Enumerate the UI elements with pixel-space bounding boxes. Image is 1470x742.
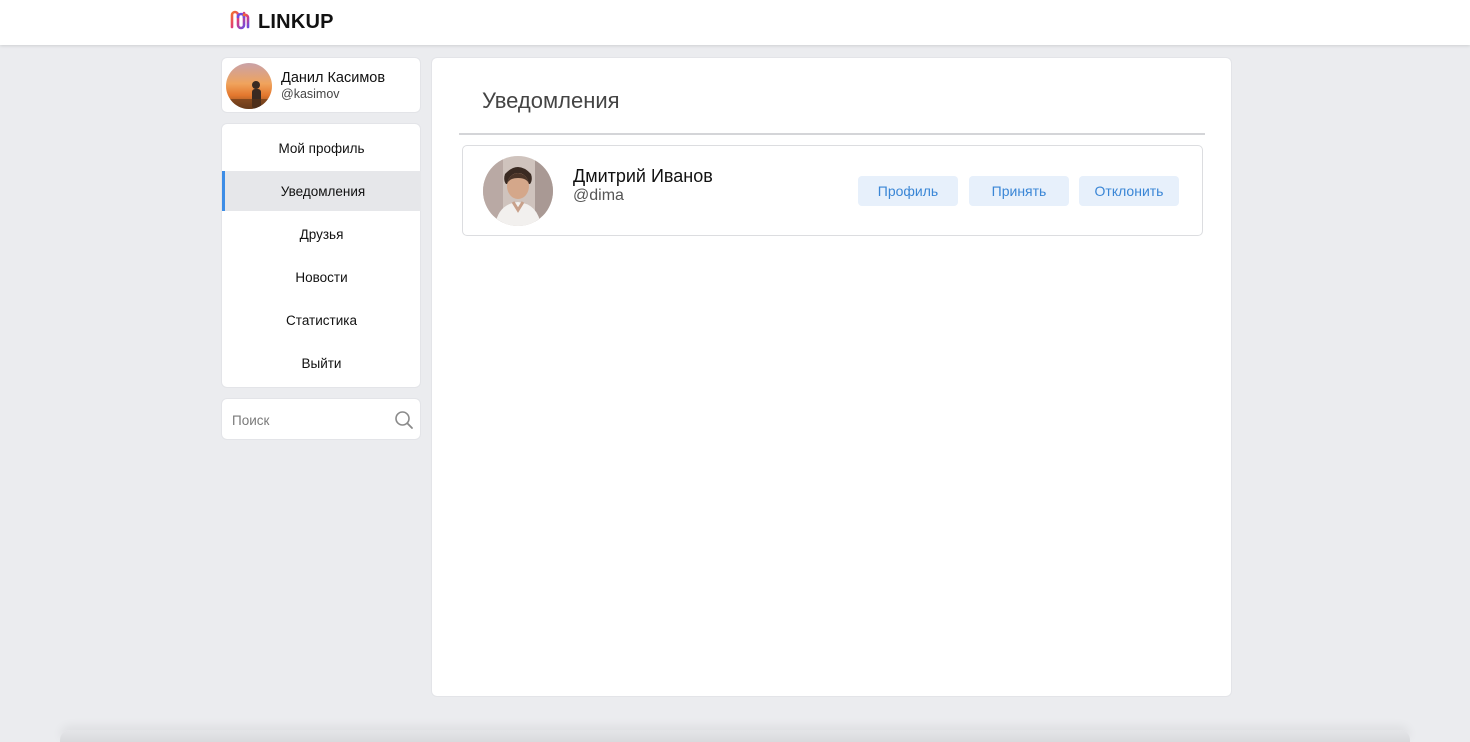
user-name: Данил Касимов (281, 70, 386, 86)
friend-request-item: Дмитрий Иванов @dima Профиль Принять Отк… (462, 145, 1203, 236)
search-icon[interactable] (394, 410, 414, 430)
window-bottom-edge (60, 730, 1410, 742)
sidebar-item-logout[interactable]: Выйти (222, 343, 421, 383)
title-divider (459, 133, 1205, 135)
sidebar-item-statistics[interactable]: Статистика (222, 300, 421, 340)
search-input[interactable] (232, 409, 392, 431)
sidebar-item-my-profile[interactable]: Мой профиль (222, 128, 421, 168)
requester-handle: @dima (573, 187, 624, 204)
sidebar-item-news[interactable]: Новости (222, 257, 421, 297)
logo-text: LINKUP (258, 10, 334, 33)
sidebar-item-notifications[interactable]: Уведомления (222, 171, 421, 211)
sidebar-menu: Мой профиль Уведомления Друзья Новости С… (221, 123, 421, 388)
search-box (221, 398, 421, 440)
current-user-card[interactable]: Данил Касимов @kasimov (221, 57, 421, 113)
requester-name[interactable]: Дмитрий Иванов (573, 166, 713, 187)
profile-button[interactable]: Профиль (858, 176, 958, 206)
user-avatar (226, 63, 272, 109)
accept-button[interactable]: Принять (969, 176, 1069, 206)
logo[interactable]: LINKUP (229, 10, 334, 34)
notifications-panel: Уведомления Дмитрий Иванов @dima Профиль… (431, 57, 1232, 697)
user-handle: @kasimov (281, 87, 340, 101)
sidebar-item-friends[interactable]: Друзья (222, 214, 421, 254)
linkup-logo-icon (229, 9, 258, 36)
page-title: Уведомления (482, 88, 620, 113)
requester-avatar[interactable] (483, 156, 553, 226)
decline-button[interactable]: Отклонить (1079, 176, 1179, 206)
top-navigation-bar: LINKUP (0, 0, 1470, 45)
